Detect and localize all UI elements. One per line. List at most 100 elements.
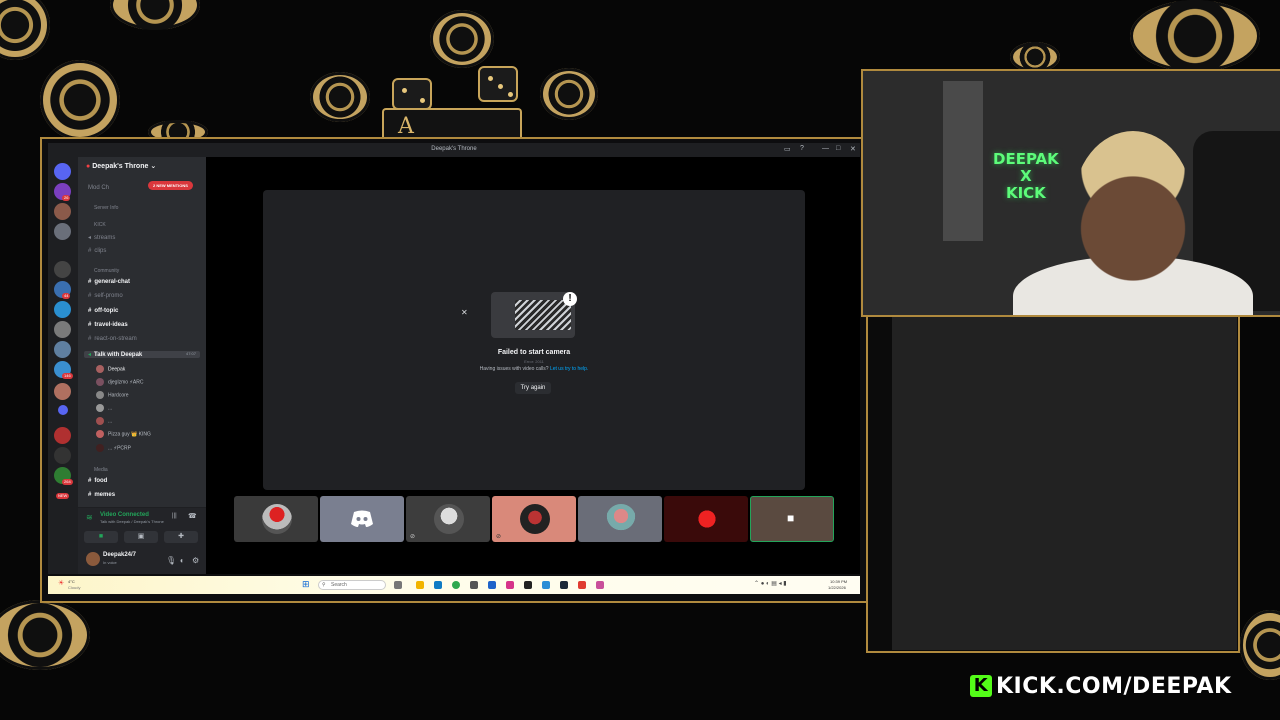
close-button[interactable]: ✕ [850,145,856,153]
noise-suppression-icon[interactable]: ||| [172,513,177,519]
avatar [96,444,104,452]
server-icon[interactable] [54,223,71,240]
server-icon[interactable] [54,321,71,338]
guild-header[interactable]: ● Deepak's Throne ⌄ [78,157,206,175]
taskbar-app-icon[interactable] [452,581,460,589]
channel-travel-ideas[interactable]: # travel-ideas [88,322,128,328]
video-camera-icon: ■ [787,511,795,525]
voice-channel-icon: ◂ [88,235,92,241]
taskbar-app-icon[interactable] [560,581,568,589]
participant-tile[interactable]: ■ [750,496,834,542]
avatar [434,504,464,534]
channel-streams[interactable]: ◂ streams [88,234,115,241]
participant-tile[interactable] [234,496,318,542]
participant-tile[interactable] [664,496,748,542]
server-icon[interactable] [54,301,71,318]
gear-icon[interactable]: ⚙ [192,556,199,565]
category-server-info[interactable]: Server Info [94,205,118,211]
taskbar-app-icon[interactable] [488,581,496,589]
taskbar-app-icon[interactable] [506,581,514,589]
username[interactable]: Deepak24/7 [103,552,136,558]
voice-user[interactable]: ... [96,404,112,412]
voice-user[interactable]: ... [96,417,112,425]
channel-memes[interactable]: # memes [88,492,115,498]
signal-icon: ≋ [86,513,93,522]
activities-button[interactable]: ✚ [164,531,198,543]
avatar [692,504,722,534]
participant-tile[interactable] [578,496,662,542]
casino-chip-decor [0,0,50,60]
disconnect-icon[interactable]: ☎ [188,512,197,520]
voice-user[interactable]: Hardcore [96,391,129,399]
channel-react-on-stream[interactable]: # react-on-stream [88,336,137,342]
system-tray-icons[interactable]: ⌃ ● ◐ ▤ ◂ ▮ [754,580,787,587]
start-icon[interactable]: ⊞ [302,579,310,590]
voice-location[interactable]: Talk with Deepak / Deepak's Throne [100,519,164,524]
server-icon[interactable] [54,383,71,400]
chevron-down-icon: ⌄ [150,163,157,170]
participant-tile[interactable] [320,496,404,542]
server-icon[interactable] [54,341,71,358]
camera-button[interactable]: ■ [84,531,118,543]
server-icon[interactable] [58,405,68,415]
voice-user[interactable]: ... ⚡PCRP [96,444,131,452]
inbox-icon[interactable]: ▭ [784,145,791,153]
channel-general-chat[interactable]: # general-chat [88,279,130,285]
camera-static [515,300,571,330]
taskbar-app-icon[interactable] [394,581,402,589]
neon-sign: DEEPAK X KICK [993,150,1059,202]
server-icon[interactable] [54,447,71,464]
hash-icon: # [88,293,92,299]
channel-item[interactable]: Mod Ch [88,185,109,191]
casino-chip-decor [1010,42,1060,72]
server-icon[interactable] [54,427,71,444]
participant-tile[interactable]: ⊘ [406,496,490,542]
dice-decor [392,78,432,110]
taskbar-app-icon[interactable] [434,581,442,589]
close-icon[interactable]: ✕ [461,308,468,317]
weather-temp[interactable]: 4°C [68,579,75,584]
taskbar-app-icon[interactable] [470,581,478,589]
channel-clips[interactable]: # clips [88,248,106,254]
maximize-button[interactable]: □ [836,145,840,152]
server-icon[interactable] [54,163,71,180]
voice-status[interactable]: Video Connected [100,512,149,518]
category-community[interactable]: Community [94,268,119,274]
taskbar-app-icon[interactable] [416,581,424,589]
taskbar-app-icon[interactable] [542,581,550,589]
channel-self-promo[interactable]: # self-promo [88,293,123,299]
microphone-icon[interactable]: 🎙 [166,556,176,565]
screen-share-button[interactable]: ▣ [124,531,158,543]
try-again-button[interactable]: Try again [515,382,551,394]
new-mentions-pill[interactable]: 2 NEW MENTIONS [148,181,193,190]
voice-channel-talk-with-deepak[interactable]: ◂ Talk with Deepak 47:07 [84,351,200,358]
headphones-icon[interactable]: ◖ [179,556,184,565]
voice-user[interactable]: Pizza guy 👑 KING [96,430,151,438]
clock-time[interactable]: 10:39 PM [830,579,847,584]
channel-off-topic[interactable]: # off-topic [88,308,118,314]
clock-date[interactable]: 1/22/2026 [828,585,846,590]
casino-chip-decor [430,10,494,68]
voice-user[interactable]: Deepak [96,365,125,373]
muted-icon: ⊘ [496,534,502,540]
server-boost-icon: ● [86,163,91,170]
taskbar-search[interactable]: ⚲ Search [318,580,386,590]
casino-chip-decor [110,0,200,30]
user-avatar[interactable] [86,552,100,566]
help-icon[interactable]: ? [800,145,804,152]
server-icon[interactable] [54,203,71,220]
participant-tile[interactable]: ⊘ [492,496,576,542]
taskbar-app-icon[interactable] [596,581,604,589]
channel-food[interactable]: # food [88,478,107,484]
taskbar-app-icon[interactable] [578,581,586,589]
category-kick[interactable]: KICK [94,222,106,228]
server-icon[interactable] [54,261,71,278]
kick-url-banner: K KICK.COM/DEEPAK [970,674,1234,704]
hash-icon: # [88,336,92,342]
taskbar-app-icon[interactable] [524,581,532,589]
minimize-button[interactable]: — [822,145,829,152]
category-media[interactable]: Media [94,467,108,473]
voice-user[interactable]: djeglzmo ⚡ARC [96,378,143,386]
help-link[interactable]: Let us try to help. [550,366,588,372]
shoe-shelf-decor [943,81,983,241]
